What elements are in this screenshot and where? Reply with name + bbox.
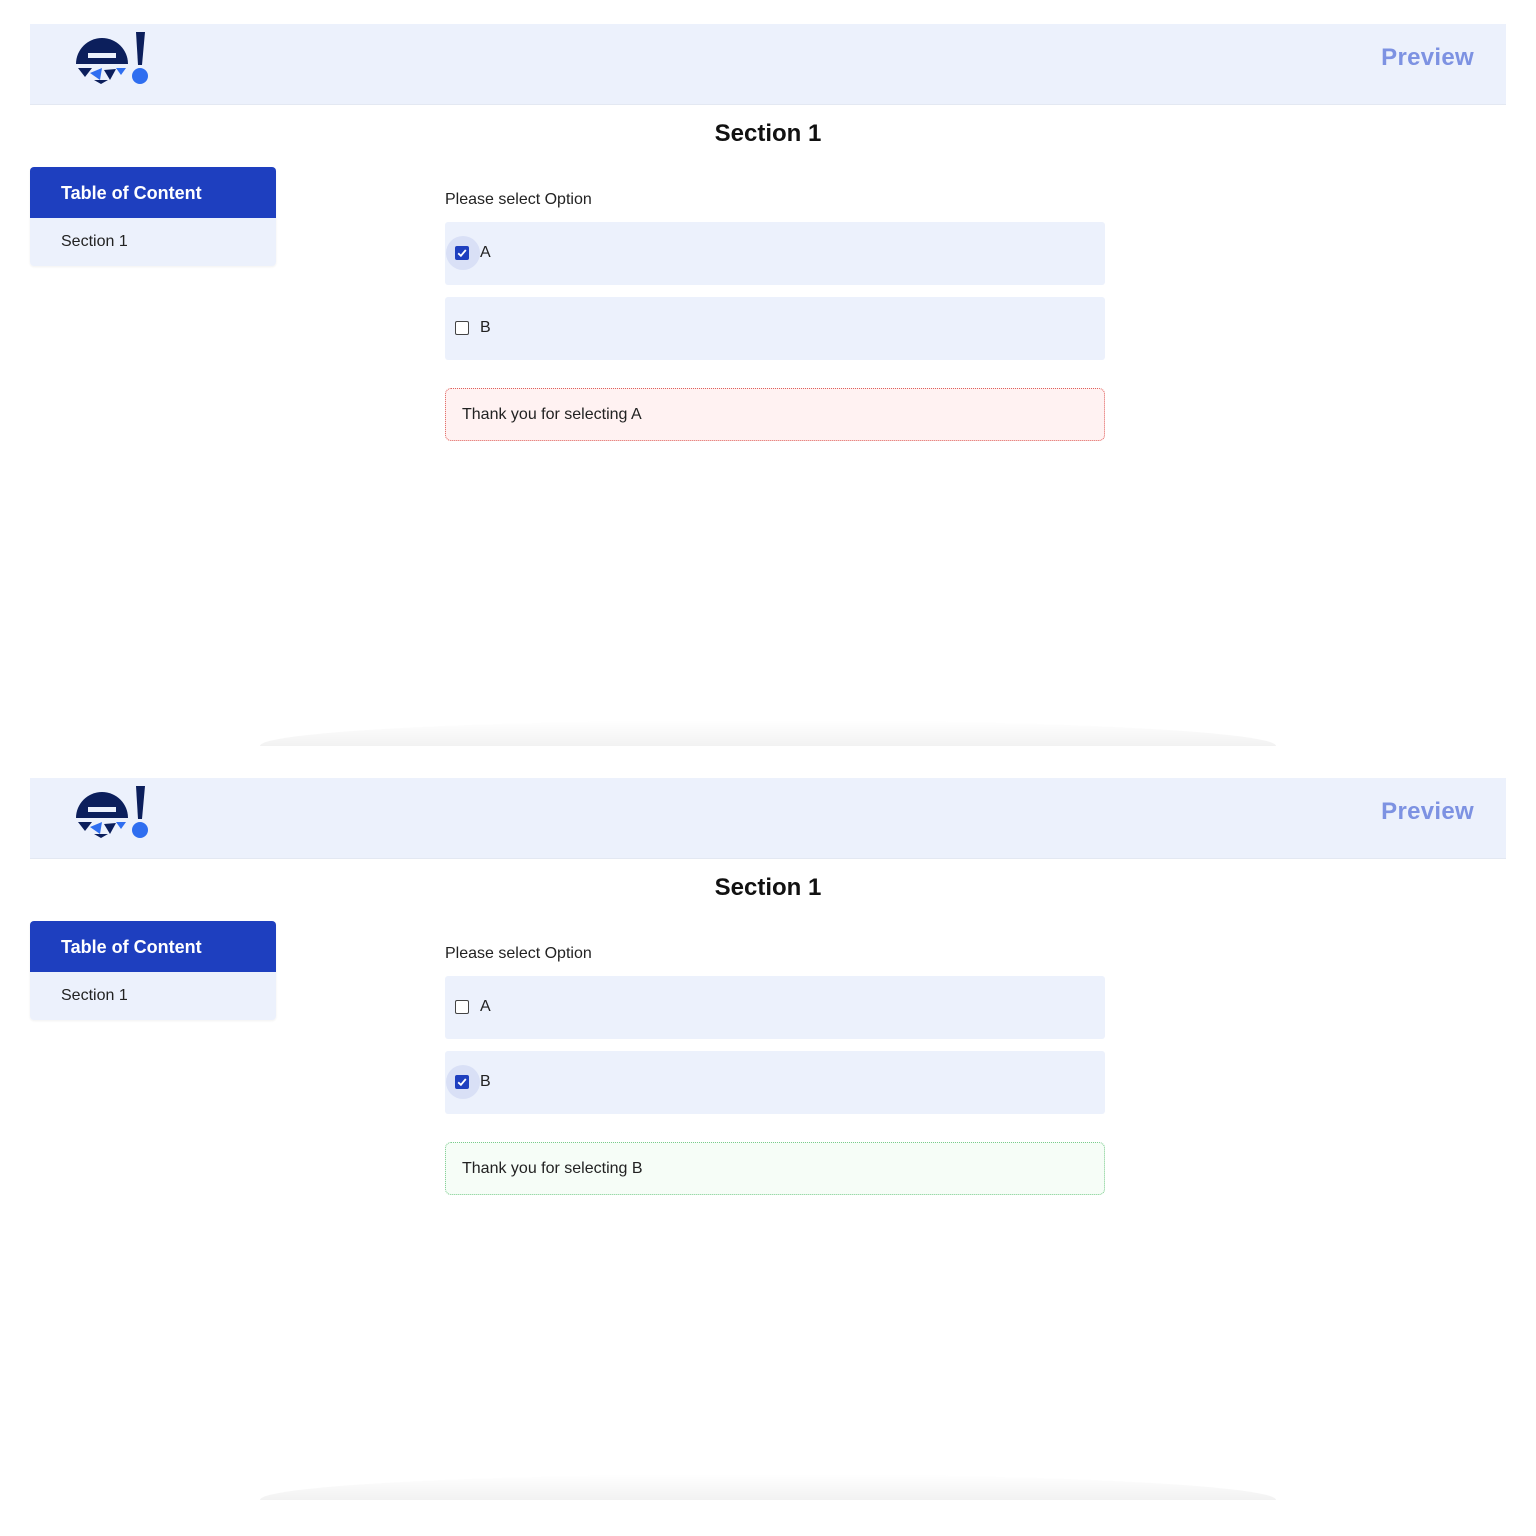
table-of-content-panel: Table of Content Section 1 [30,921,276,1020]
table-of-content-panel: Table of Content Section 1 [30,167,276,266]
screen-option-b-selected: Preview Section 1 Table of Content Secti… [30,778,1506,1500]
header-bar: Preview [30,24,1506,105]
option-label: B [480,319,491,336]
checkbox-unchecked-icon[interactable] [455,321,469,335]
brand-logo-icon [76,32,148,84]
page-bottom-shadow [260,720,1276,746]
option-b[interactable]: B [445,1051,1105,1114]
option-label: B [480,1073,491,1090]
screen-option-a-selected: Preview Section 1 Table of Content Secti… [30,24,1506,746]
option-b[interactable]: B [445,297,1105,360]
checkbox-unchecked-icon[interactable] [455,1000,469,1014]
page-title: Section 1 [714,874,822,901]
question-label: Please select Option [445,945,592,962]
page-bottom-shadow [260,1474,1276,1500]
toc-heading: Table of Content [30,167,276,218]
toc-heading: Table of Content [30,921,276,972]
option-label: A [480,244,491,261]
feedback-message-error: Thank you for selecting A [445,388,1105,441]
toc-item-section-1[interactable]: Section 1 [30,972,276,1020]
checkbox-checked-icon[interactable] [455,246,469,260]
brand-logo-icon [76,786,148,838]
toc-item-section-1[interactable]: Section 1 [30,218,276,266]
header-bar: Preview [30,778,1506,859]
checkbox-checked-icon[interactable] [455,1075,469,1089]
page-title: Section 1 [714,120,822,147]
question-label: Please select Option [445,191,592,208]
feedback-message-success: Thank you for selecting B [445,1142,1105,1195]
preview-button[interactable]: Preview [1381,798,1474,826]
preview-button[interactable]: Preview [1381,44,1474,72]
option-label: A [480,998,491,1015]
option-a[interactable]: A [445,222,1105,285]
option-a[interactable]: A [445,976,1105,1039]
